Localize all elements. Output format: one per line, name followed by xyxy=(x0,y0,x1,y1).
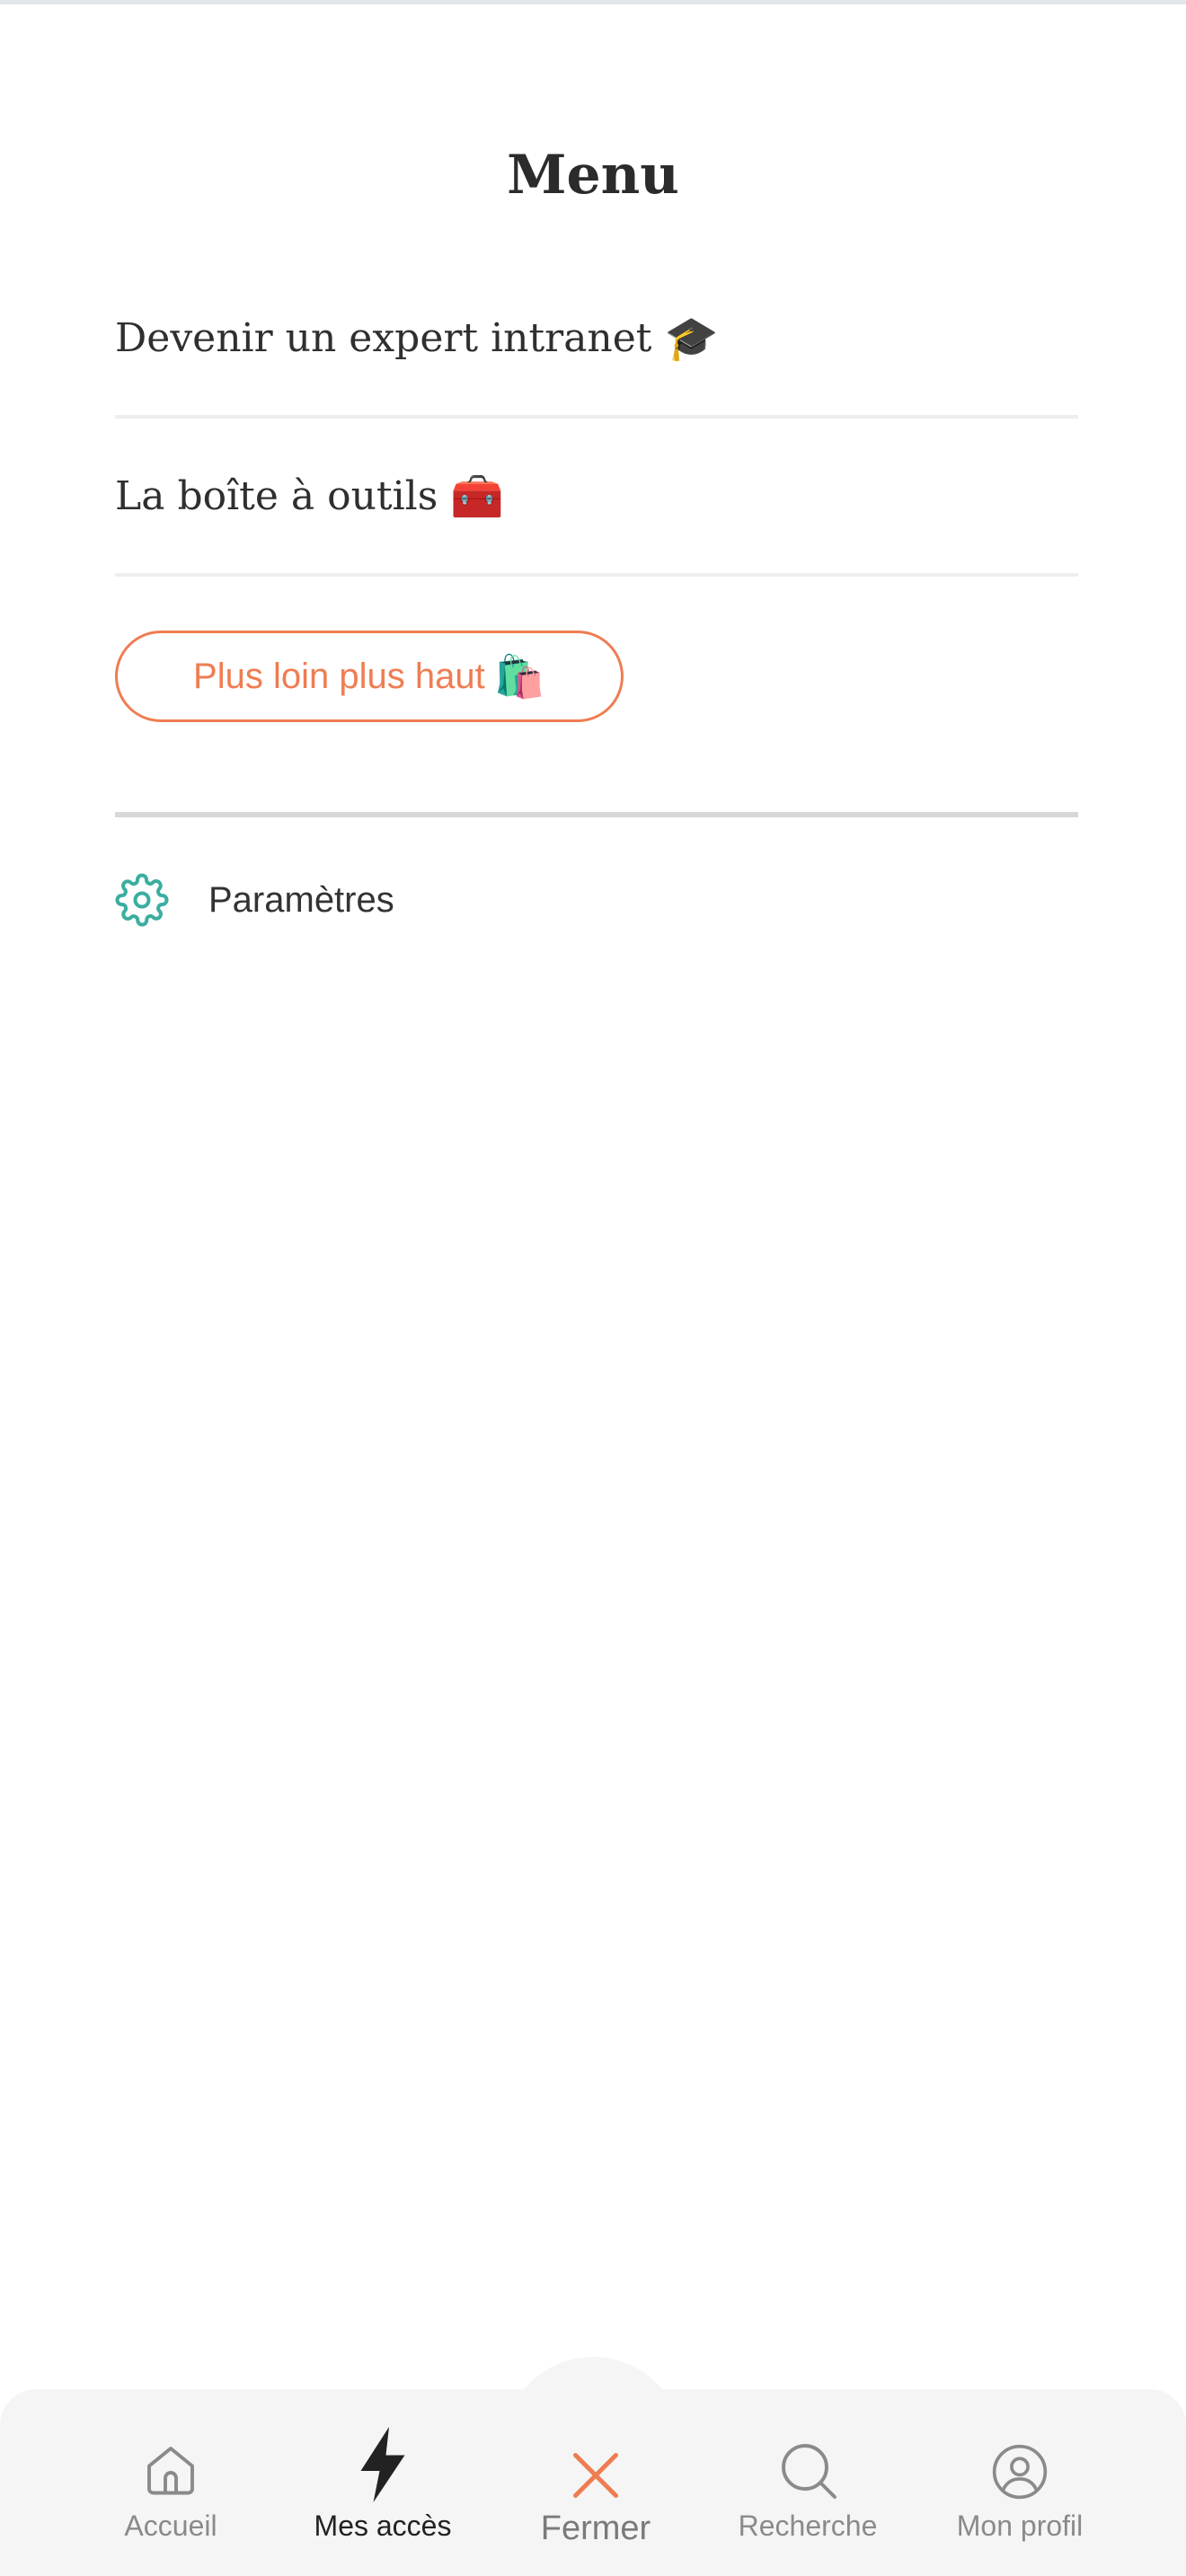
button-label: Plus loin plus haut xyxy=(193,656,485,696)
nav-mes-acces[interactable]: Mes accès xyxy=(275,2416,491,2551)
nav-label: Fermer xyxy=(540,2510,651,2547)
shopping-bags-icon: 🛍️ xyxy=(493,652,545,700)
nav-mon-profil[interactable]: Mon profil xyxy=(912,2416,1128,2551)
settings-label: Paramètres xyxy=(208,879,394,920)
profile-icon xyxy=(989,2416,1050,2502)
nav-label: Mon profil xyxy=(956,2510,1084,2542)
menu-item-label: La boîte à outils xyxy=(115,472,438,519)
settings-link[interactable]: Paramètres xyxy=(115,864,394,936)
nav-label: Mes accès xyxy=(314,2510,452,2542)
search-icon xyxy=(775,2416,840,2502)
nav-accueil[interactable]: Accueil xyxy=(63,2416,279,2551)
nav-label: Accueil xyxy=(124,2510,217,2542)
menu-item-toolbox[interactable]: La boîte à outils 🧰 xyxy=(115,419,1078,577)
top-border xyxy=(0,0,1186,4)
gear-icon xyxy=(115,866,183,934)
page-title: Menu xyxy=(507,144,679,207)
menu-item-label: Devenir un expert intranet xyxy=(115,314,652,361)
section-divider xyxy=(115,812,1078,817)
home-icon xyxy=(138,2416,203,2502)
nav-recherche[interactable]: Recherche xyxy=(700,2416,916,2551)
nav-label: Recherche xyxy=(738,2510,878,2542)
menu-item-expert-intranet[interactable]: Devenir un expert intranet 🎓 xyxy=(115,260,1078,419)
close-icon xyxy=(569,2416,623,2502)
toolbox-icon: 🧰 xyxy=(450,471,505,522)
graduation-cap-icon: 🎓 xyxy=(664,313,719,364)
lightning-icon xyxy=(354,2416,412,2502)
plus-loin-plus-haut-button[interactable]: Plus loin plus haut 🛍️ xyxy=(115,631,624,722)
nav-fermer[interactable]: Fermer xyxy=(488,2416,704,2551)
